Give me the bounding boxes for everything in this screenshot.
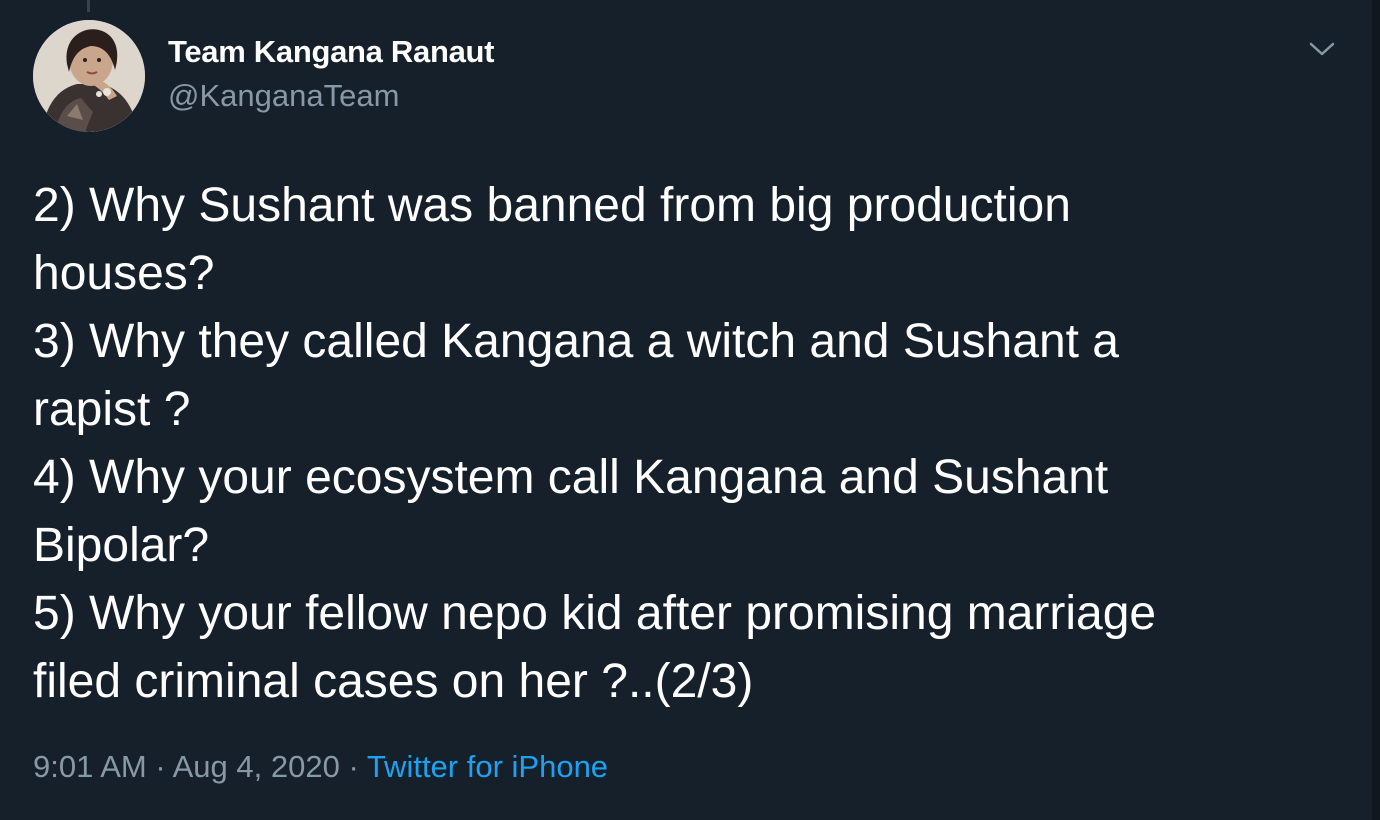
thread-connector-line [87,0,90,12]
tweet-time[interactable]: 9:01 AM [33,749,147,784]
tweet-text-line: 3) Why they called Kangana a witch and S… [33,315,1119,368]
tweet-text: 2) Why Sushant was banned from big produ… [33,172,1333,716]
author-handle[interactable]: @KanganaTeam [168,78,399,114]
author-display-name[interactable]: Team Kangana Ranaut [168,34,495,70]
tweet-text-line: rapist ? [33,383,191,436]
tweet-text-line: filed criminal cases on her ?..(2/3) [33,655,754,708]
tweet-text-line: 2) Why Sushant was banned from big produ… [33,179,1071,232]
avatar-image [33,20,145,132]
chevron-down-icon[interactable] [1304,34,1340,62]
meta-separator: · [155,749,166,784]
tweet-text-line: 5) Why your fellow nepo kid after promis… [33,587,1157,640]
tweet-card: Team Kangana Ranaut @KanganaTeam 2) Why … [0,0,1380,820]
tweet-date[interactable]: Aug 4, 2020 [173,749,340,784]
scroll-edge [1372,0,1380,820]
tweet-text-line: houses? [33,247,215,300]
tweet-text-line: 4) Why your ecosystem call Kangana and S… [33,451,1109,504]
tweet-metadata: 9:01 AM · Aug 4, 2020 · Twitter for iPho… [33,749,608,785]
avatar[interactable] [33,20,145,132]
tweet-source-link[interactable]: Twitter for iPhone [367,749,608,784]
tweet-text-line: Bipolar? [33,519,210,572]
meta-separator: · [348,749,359,784]
